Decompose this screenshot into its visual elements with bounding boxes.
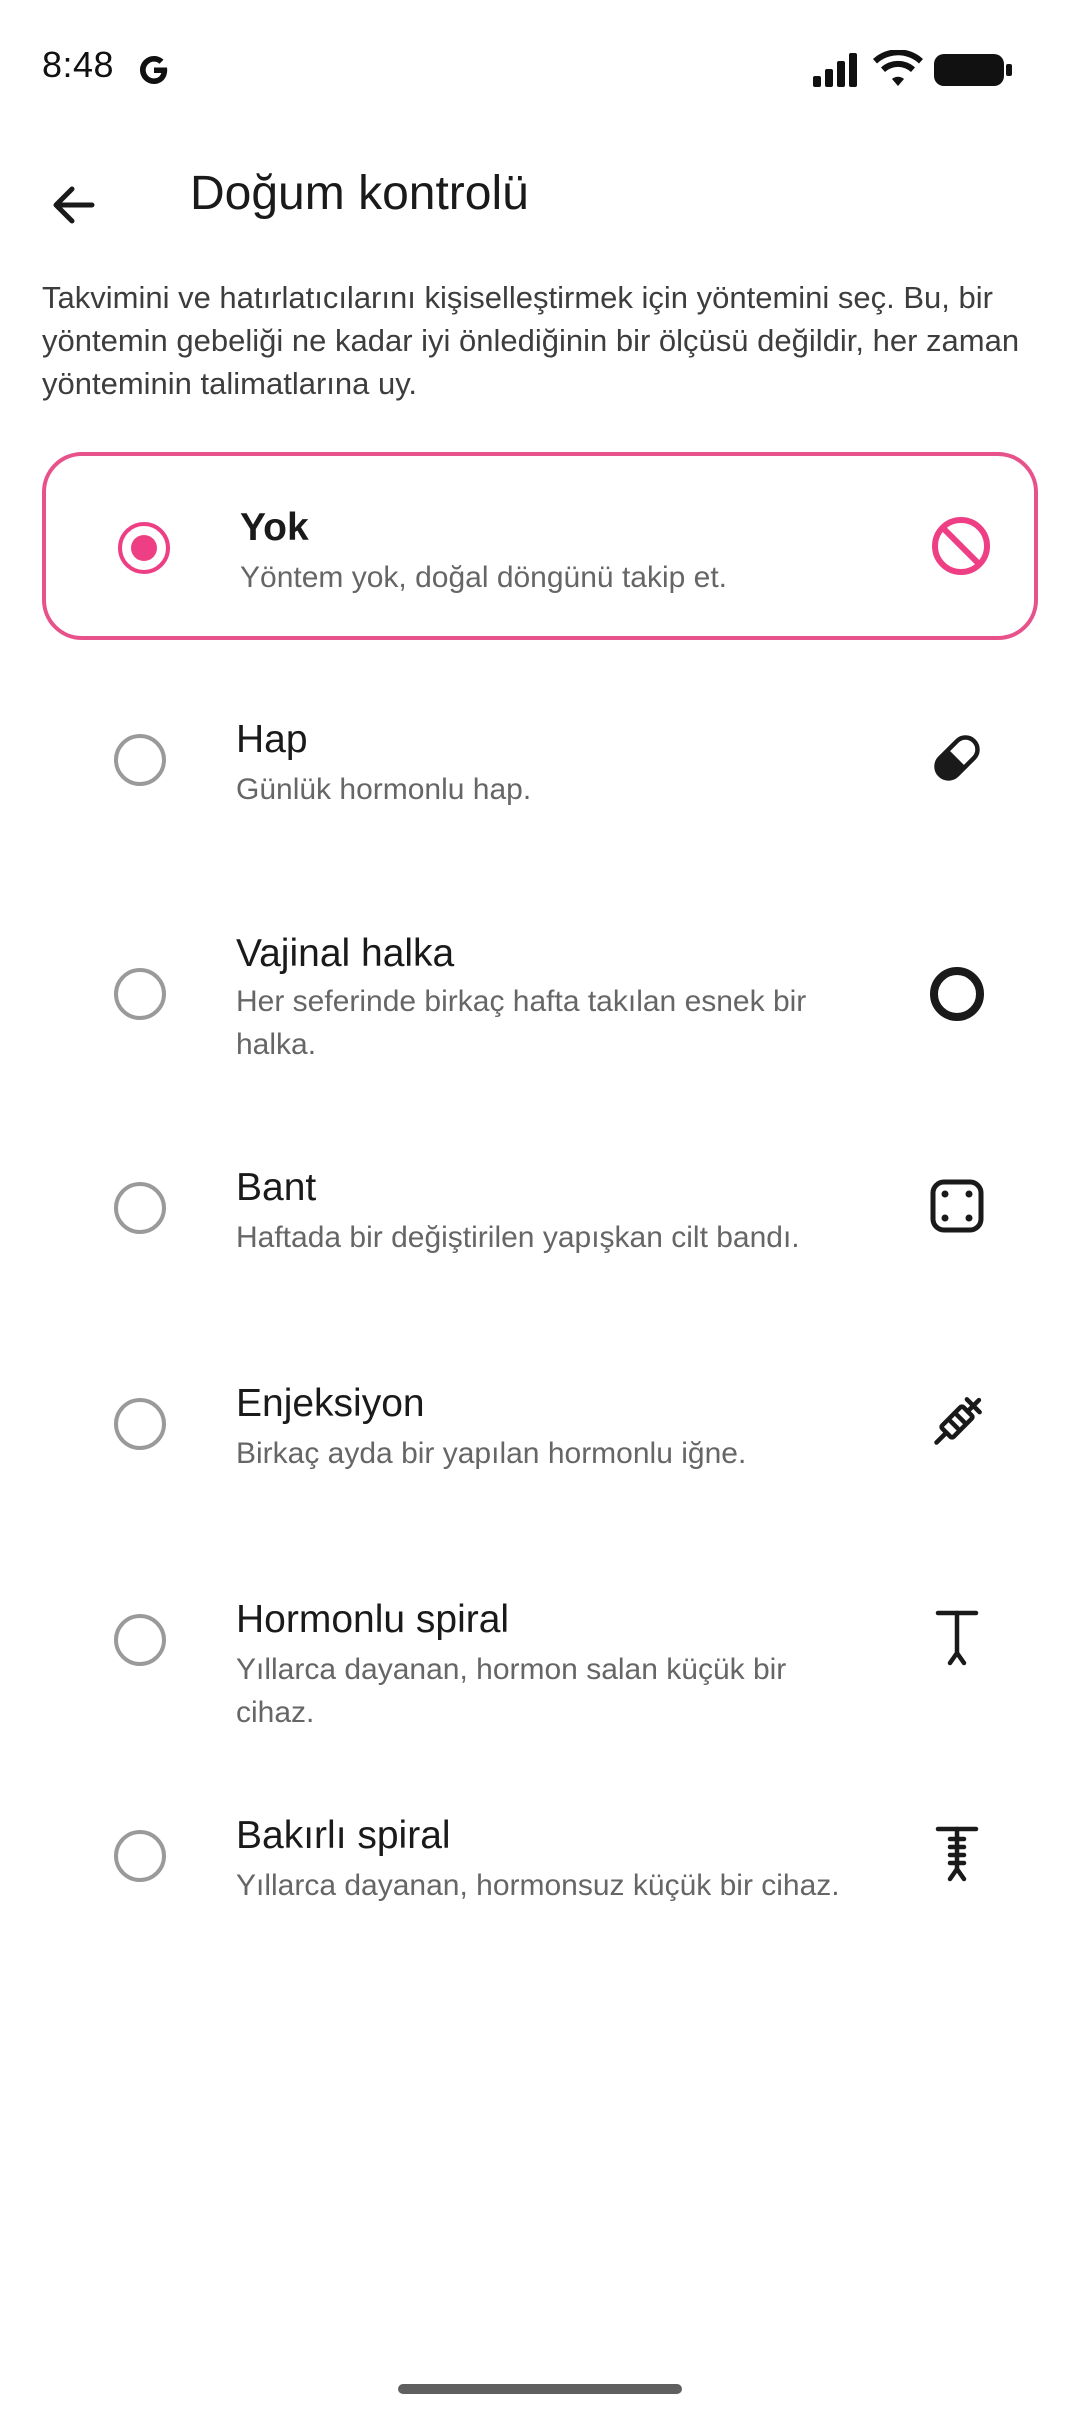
option-injection[interactable]: Enjeksiyon Birkaç ayda bir yapılan hormo… [42, 1332, 1038, 1520]
option-vaginal-ring[interactable]: Vajinal halka Her seferinde birkaç hafta… [42, 882, 1038, 1112]
syringe-icon [934, 1397, 982, 1445]
radio-button-selected[interactable] [118, 522, 170, 574]
pill-icon [934, 735, 980, 781]
option-title: Bant [236, 1166, 317, 1209]
option-title: Yok [240, 506, 309, 549]
option-description: Her seferinde birkaç hafta takılan esnek… [236, 985, 807, 1061]
option-pill[interactable]: Hap Günlük hormonlu hap. [42, 668, 1038, 856]
radio-button[interactable] [114, 1830, 166, 1882]
hormonal-iud-icon [935, 1610, 979, 1666]
option-description: Birkaç ayda bir yapılan hormonlu iğne. [236, 1437, 747, 1470]
radio-button[interactable] [114, 1398, 166, 1450]
radio-button[interactable] [114, 734, 166, 786]
ring-icon [930, 967, 984, 1021]
status-bar: 8:48 [0, 0, 1080, 140]
option-none[interactable]: Yok Yöntem yok, doğal döngünü takip et. [42, 452, 1038, 640]
option-description: Yöntem yok, doğal döngünü takip et. [240, 561, 728, 594]
radio-button[interactable] [114, 1614, 166, 1666]
option-description: Yıllarca dayanan, hormonsuz küçük bir ci… [236, 1869, 840, 1902]
home-indicator[interactable] [398, 2384, 682, 2394]
option-description: Yıllarca dayanan, hormon salan küçük bir… [236, 1653, 787, 1729]
copper-iud-icon [935, 1826, 979, 1882]
radio-button[interactable] [114, 1182, 166, 1234]
status-time: 8:48 [42, 44, 115, 85]
google-g-icon [140, 56, 168, 84]
description-text: Takvimini ve hatırlatıcılarını kişiselle… [42, 280, 1020, 401]
radio-button[interactable] [114, 968, 166, 1020]
battery-icon [934, 54, 1012, 86]
option-description: Günlük hormonlu hap. [236, 773, 532, 806]
no-symbol-icon [932, 517, 990, 575]
option-hormonal-iud[interactable]: Hormonlu spiral Yıllarca dayanan, hormon… [42, 1548, 1038, 1736]
option-copper-iud[interactable]: Bakırlı spiral Yıllarca dayanan, hormons… [42, 1764, 1038, 1952]
option-title: Hormonlu spiral [236, 1598, 510, 1641]
option-title: Hap [236, 718, 308, 761]
patch-icon [930, 1179, 984, 1233]
cell-signal-icon [813, 53, 857, 87]
option-title: Enjeksiyon [236, 1382, 425, 1425]
option-title: Vajinal halka [236, 932, 455, 975]
app-bar: Doğum kontrolü [0, 140, 1080, 250]
arrow-back-icon [53, 186, 95, 224]
option-title: Bakırlı spiral [236, 1814, 451, 1857]
wifi-icon [873, 50, 923, 86]
back-button[interactable] [38, 170, 108, 240]
option-description: Haftada bir değiştirilen yapışkan cilt b… [236, 1221, 800, 1254]
option-patch[interactable]: Bant Haftada bir değiştirilen yapışkan c… [42, 1116, 1038, 1304]
page-title: Doğum kontrolü [190, 167, 529, 220]
